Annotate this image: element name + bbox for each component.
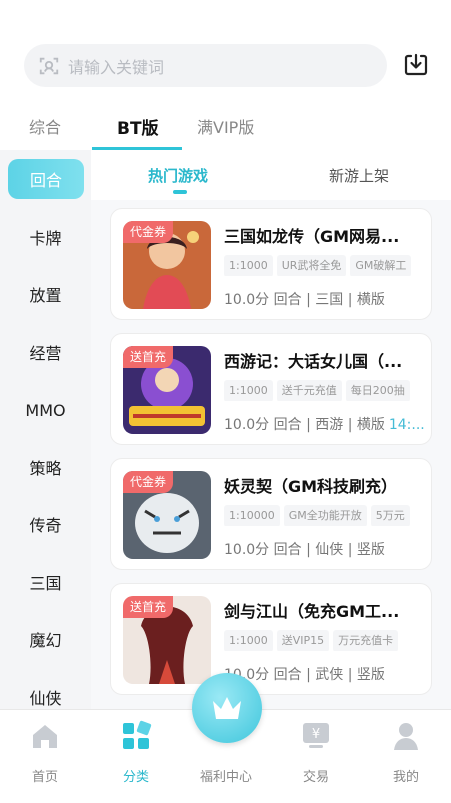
tag: 送千元充值 xyxy=(276,380,342,401)
tag: GM全功能开放 xyxy=(283,505,367,526)
promo-badge: 送首充 xyxy=(123,596,174,618)
svg-text:¥: ¥ xyxy=(312,727,320,742)
game-meta-text: 10.0分 回合 | 西游 | 横版 xyxy=(224,417,385,433)
nav-profile-label: 我的 xyxy=(392,770,419,785)
tag: GM破解工 xyxy=(350,255,412,276)
game-meta: 10.0分 回合 | 仙侠 | 竖版 xyxy=(224,539,385,559)
tag-list: 1:1000 送VIP15 万元充值卡 xyxy=(224,629,432,651)
open-time: 14:... xyxy=(388,417,425,433)
scan-icon[interactable] xyxy=(38,55,60,77)
tag-list: 1:1000 送千元充值 每日200抽 xyxy=(224,379,432,401)
tag: 万元充值卡 xyxy=(333,630,399,651)
tab-bt[interactable]: BT版 xyxy=(117,114,159,139)
tag: UR武将全免 xyxy=(276,255,347,276)
tab-vip[interactable]: 满VIP版 xyxy=(197,114,254,138)
main-tabs: 综合 BT版 满VIP版 xyxy=(0,104,451,150)
nav-profile[interactable]: 我的 xyxy=(361,710,451,803)
category-sidebar: 回合 卡牌 放置 经营 MMO 策略 传奇 三国 魔幻 仙侠 xyxy=(0,150,91,710)
promo-badge: 送首充 xyxy=(123,346,174,368)
promo-badge: 代金券 xyxy=(123,221,174,243)
welfare-center-button[interactable] xyxy=(192,673,262,743)
nav-home-label: 首页 xyxy=(31,770,58,785)
sidebar-item-management[interactable]: 经营 xyxy=(0,332,91,372)
tag-list: 1:10000 GM全功能开放 5万元 xyxy=(224,504,432,526)
trade-icon: ¥ xyxy=(303,723,329,748)
sidebar-item-idle[interactable]: 放置 xyxy=(0,274,91,314)
home-icon xyxy=(33,725,57,748)
user-icon xyxy=(394,723,418,750)
game-card[interactable]: 送首充 西游记：大话女儿国（... 1:1000 送千元充值 每日200抽 10.0… xyxy=(110,333,432,445)
tab-new-games[interactable]: 新游上架 xyxy=(329,165,389,186)
game-meta: 10.0分 回合 | 西游 | 横版 14:... xyxy=(224,414,425,434)
nav-category[interactable]: 分类 xyxy=(91,710,181,803)
tag: 1:1000 xyxy=(224,255,273,276)
sidebar-item-legend[interactable]: 传奇 xyxy=(0,504,91,544)
category-icon xyxy=(123,720,152,749)
sub-tabs: 热门游戏 新游上架 xyxy=(91,150,451,200)
nav-category-label: 分类 xyxy=(122,770,149,785)
tag: 1:1000 xyxy=(224,380,273,401)
sidebar-item-mmo[interactable]: MMO xyxy=(0,390,91,430)
game-meta-text: 10.0分 回合 | 仙侠 | 竖版 xyxy=(224,542,385,558)
nav-trade-label: 交易 xyxy=(302,770,329,785)
sidebar-item-strategy[interactable]: 策略 xyxy=(0,447,91,487)
game-card[interactable]: 代金券 妖灵契（GM科技刷充） 1:10000 GM全功能开放 5万元 10.0分 … xyxy=(110,458,432,570)
sidebar-item-fantasy[interactable]: 魔幻 xyxy=(0,619,91,659)
download-icon[interactable] xyxy=(402,51,430,79)
sidebar-item-card[interactable]: 卡牌 xyxy=(0,217,91,257)
nav-home[interactable]: 首页 xyxy=(0,710,90,803)
game-title: 妖灵契（GM科技刷充） xyxy=(224,477,398,496)
game-card[interactable]: 代金券 三国如龙传（GM网易... 1:1000 UR武将全免 GM破解工 10.0… xyxy=(110,208,432,320)
tab-comprehensive[interactable]: 综合 xyxy=(29,114,61,138)
sidebar-item-three-kingdoms[interactable]: 三国 xyxy=(0,562,91,602)
game-title: 剑与江山（免充GM工... xyxy=(224,602,400,621)
promo-badge: 代金券 xyxy=(123,471,174,493)
tag: 5万元 xyxy=(370,505,410,526)
tag: 送VIP15 xyxy=(276,630,330,651)
tag: 1:1000 xyxy=(224,630,273,651)
tag: 每日200抽 xyxy=(345,380,410,401)
nav-welfare-label: 福利中心 xyxy=(199,770,252,785)
sidebar-item-xianxia[interactable]: 仙侠 xyxy=(0,677,91,710)
crown-icon xyxy=(213,697,241,719)
game-meta-text: 10.0分 回合 | 三国 | 横版 xyxy=(224,292,385,308)
tab-hot-games[interactable]: 热门游戏 xyxy=(148,165,208,186)
game-title: 三国如龙传（GM网易... xyxy=(224,227,400,246)
search-bar[interactable]: 请输入关键词 xyxy=(24,44,387,87)
search-placeholder: 请输入关键词 xyxy=(68,57,165,77)
game-title: 西游记：大话女儿国（... xyxy=(224,352,403,371)
tag: 1:10000 xyxy=(224,505,280,526)
nav-trade[interactable]: ¥ 交易 xyxy=(271,710,361,803)
tag-list: 1:1000 UR武将全免 GM破解工 xyxy=(224,254,432,276)
game-meta: 10.0分 回合 | 三国 | 横版 xyxy=(224,289,385,309)
game-list-panel: 热门游戏 新游上架 代金券 三国如龙传（GM网易... 1:1000 UR武将全免… xyxy=(91,150,451,710)
sidebar-item-turn-based[interactable]: 回合 xyxy=(8,159,84,199)
sub-tab-indicator xyxy=(173,190,187,194)
game-card[interactable]: 送首充 剑与江山（免充GM工... 1:1000 送VIP15 万元充值卡 10.0… xyxy=(110,583,432,695)
